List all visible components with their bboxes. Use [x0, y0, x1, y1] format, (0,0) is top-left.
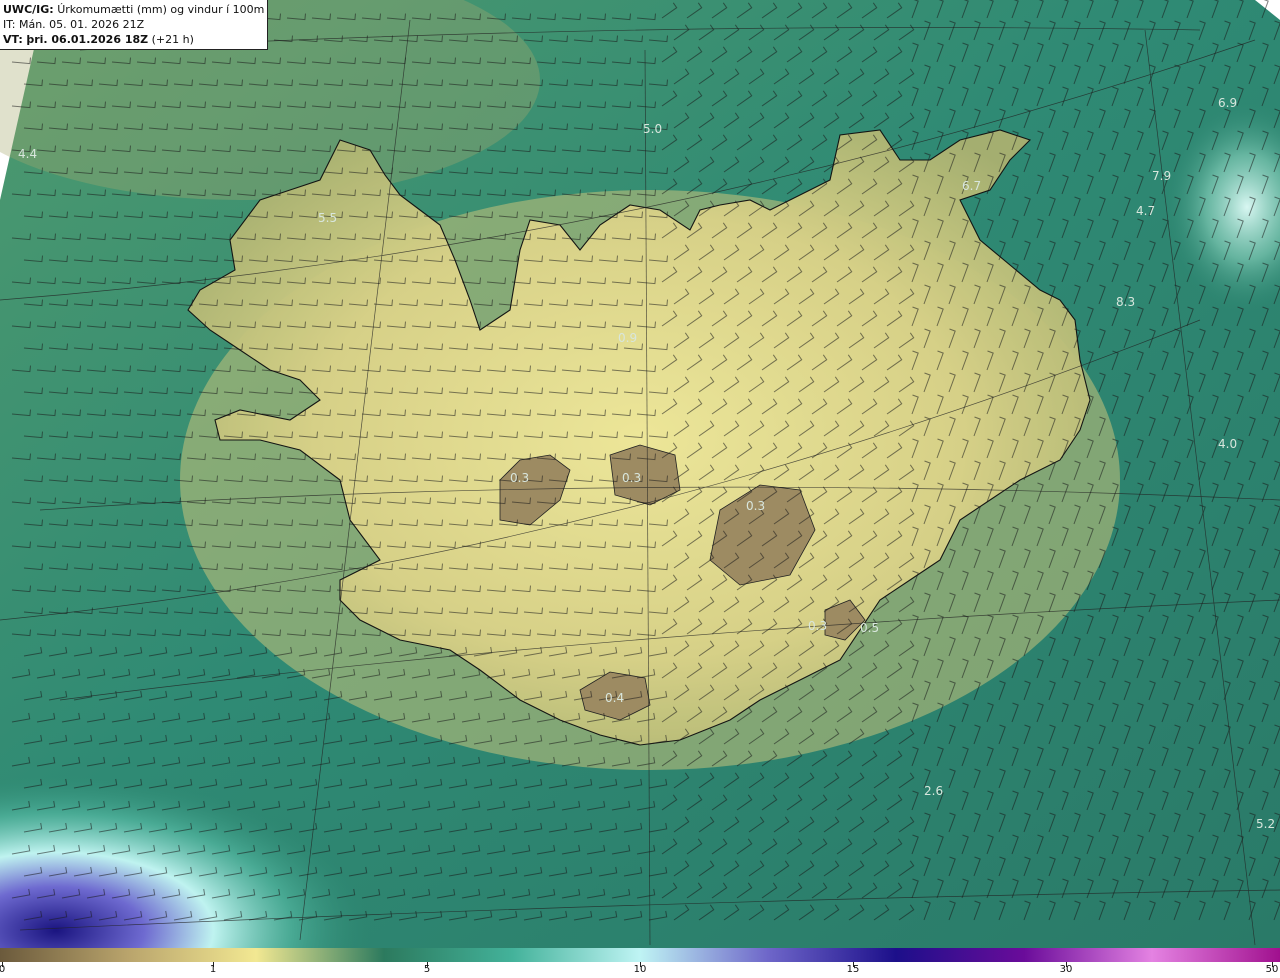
- precip-value-label: 0.3: [622, 471, 641, 485]
- init-prefix: IT:: [3, 18, 16, 31]
- precip-value-label: 4.4: [18, 147, 37, 161]
- colorbar: [0, 948, 1280, 962]
- precip-value-label: 5.2: [1256, 817, 1275, 831]
- colorbar-tick-label: 10: [633, 964, 647, 975]
- valid-line: VT: þri. 06.01.2026 18Z (+21 h): [3, 32, 264, 47]
- precip-value-label: 2.6: [924, 784, 943, 798]
- precip-value-label: 4.0: [1218, 437, 1237, 451]
- init-time: Mán. 05. 01. 2026 21Z: [18, 18, 145, 31]
- precip-value-label: 4.7: [1136, 204, 1155, 218]
- precip-value-label: 0.4: [605, 691, 624, 705]
- map-header: UWC/IG: Úrkomumætti (mm) og vindur í 100…: [0, 0, 268, 50]
- precip-value-label: 0.5: [860, 621, 879, 635]
- precip-value-label: 5.0: [643, 122, 662, 136]
- colorbar-tick-label: 5: [423, 964, 431, 975]
- precip-value-label: 0.3: [746, 499, 765, 513]
- colorbar-tick-label: 15: [846, 964, 860, 975]
- map-stage: 4.4 5.0 6.9 6.7 7.9 4.7 5.5 8.3 0.9 4.0 0.3 0.3 0.3 0…: [0, 0, 1280, 978]
- title-line: UWC/IG: Úrkomumætti (mm) og vindur í 100…: [3, 2, 267, 17]
- precip-value-label: 8.3: [1116, 295, 1135, 309]
- precip-value-label: 5.5: [318, 211, 337, 225]
- colorbar-tick-label: 30: [1059, 964, 1073, 975]
- valid-prefix: VT:: [3, 33, 23, 46]
- precipitation-map: 4.4 5.0 6.9 6.7 7.9 4.7 5.5 8.3 0.9 4.0 0.3 0.3 0.3 0…: [0, 0, 1280, 948]
- precip-value-label: 7.9: [1152, 169, 1171, 183]
- precip-value-label: 0.9: [618, 331, 637, 345]
- precip-value-label: 6.9: [1218, 96, 1237, 110]
- colorbar-legend: 0 1 5 10 15 30 50: [0, 948, 1280, 978]
- precip-value-label: 0.3: [808, 619, 827, 633]
- model-label: UWC/IG:: [3, 3, 54, 16]
- lead-time: (+21 h): [151, 33, 194, 46]
- valid-time: þri. 06.01.2026 18Z: [26, 33, 149, 46]
- precip-value-label: 0.3: [510, 471, 529, 485]
- map-title: Úrkomumætti (mm) og vindur í 100m hæð: [57, 3, 267, 16]
- precip-value-label: 6.7: [962, 179, 981, 193]
- init-line: IT: Mán. 05. 01. 2026 21Z: [3, 17, 264, 32]
- colorbar-tick-label: 0: [0, 964, 6, 975]
- colorbar-tick-label: 1: [209, 964, 217, 975]
- colorbar-gradient: [0, 948, 1280, 962]
- colorbar-tick-label: 50: [1265, 964, 1279, 975]
